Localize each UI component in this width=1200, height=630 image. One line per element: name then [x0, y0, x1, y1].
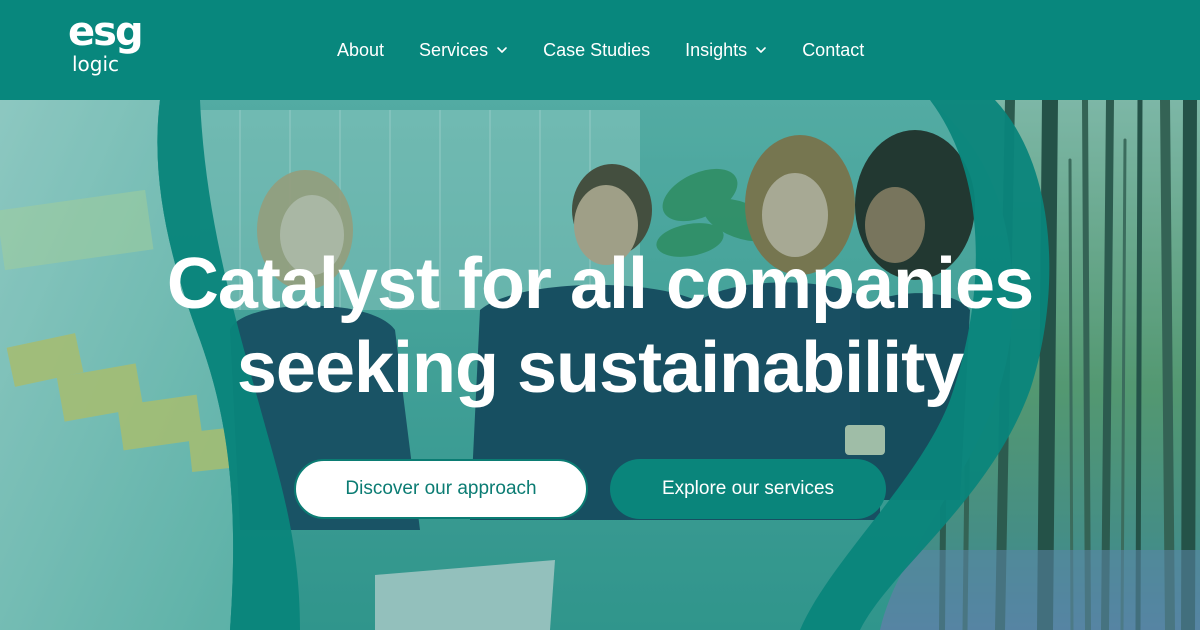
nav-item-case-studies[interactable]: Case Studies — [543, 40, 650, 61]
hero-headline-line-1: Catalyst for all companies — [166, 244, 1034, 324]
page: esg logic About Services Case Studies In… — [0, 0, 1200, 630]
explore-services-label: Explore our services — [661, 478, 835, 499]
chevron-down-icon — [756, 47, 766, 53]
nav-item-label: Services — [419, 39, 489, 60]
main-nav: About Services Case Studies Insights Con… — [337, 38, 899, 62]
nav-item-label: Case Studies — [543, 39, 651, 60]
explore-services-button[interactable]: Explore our services — [610, 459, 886, 519]
hero-headline: Catalyst for all companies seeking susta… — [0, 242, 1200, 410]
nav-item-services[interactable]: Services — [419, 40, 508, 61]
nav-item-about[interactable]: About — [337, 40, 384, 61]
esg-logic-logo[interactable]: esg logic — [68, 12, 168, 80]
nav-item-contact[interactable]: Contact — [802, 40, 864, 61]
nav-item-insights[interactable]: Insights — [685, 40, 767, 61]
chevron-down-icon — [497, 47, 507, 53]
discover-approach-button[interactable]: Discover our approach — [294, 459, 588, 519]
nav-item-label: About — [337, 39, 385, 60]
hero-headline-line-2: seeking sustainability — [236, 328, 964, 408]
nav-item-label: Contact — [802, 39, 865, 60]
discover-approach-label: Discover our approach — [345, 478, 537, 499]
site-header: esg logic About Services Case Studies In… — [0, 0, 1200, 100]
logo-wordmark-logic: logic — [72, 52, 120, 76]
logo-wordmark-esg: esg — [68, 9, 144, 55]
nav-item-label: Insights — [685, 39, 748, 60]
